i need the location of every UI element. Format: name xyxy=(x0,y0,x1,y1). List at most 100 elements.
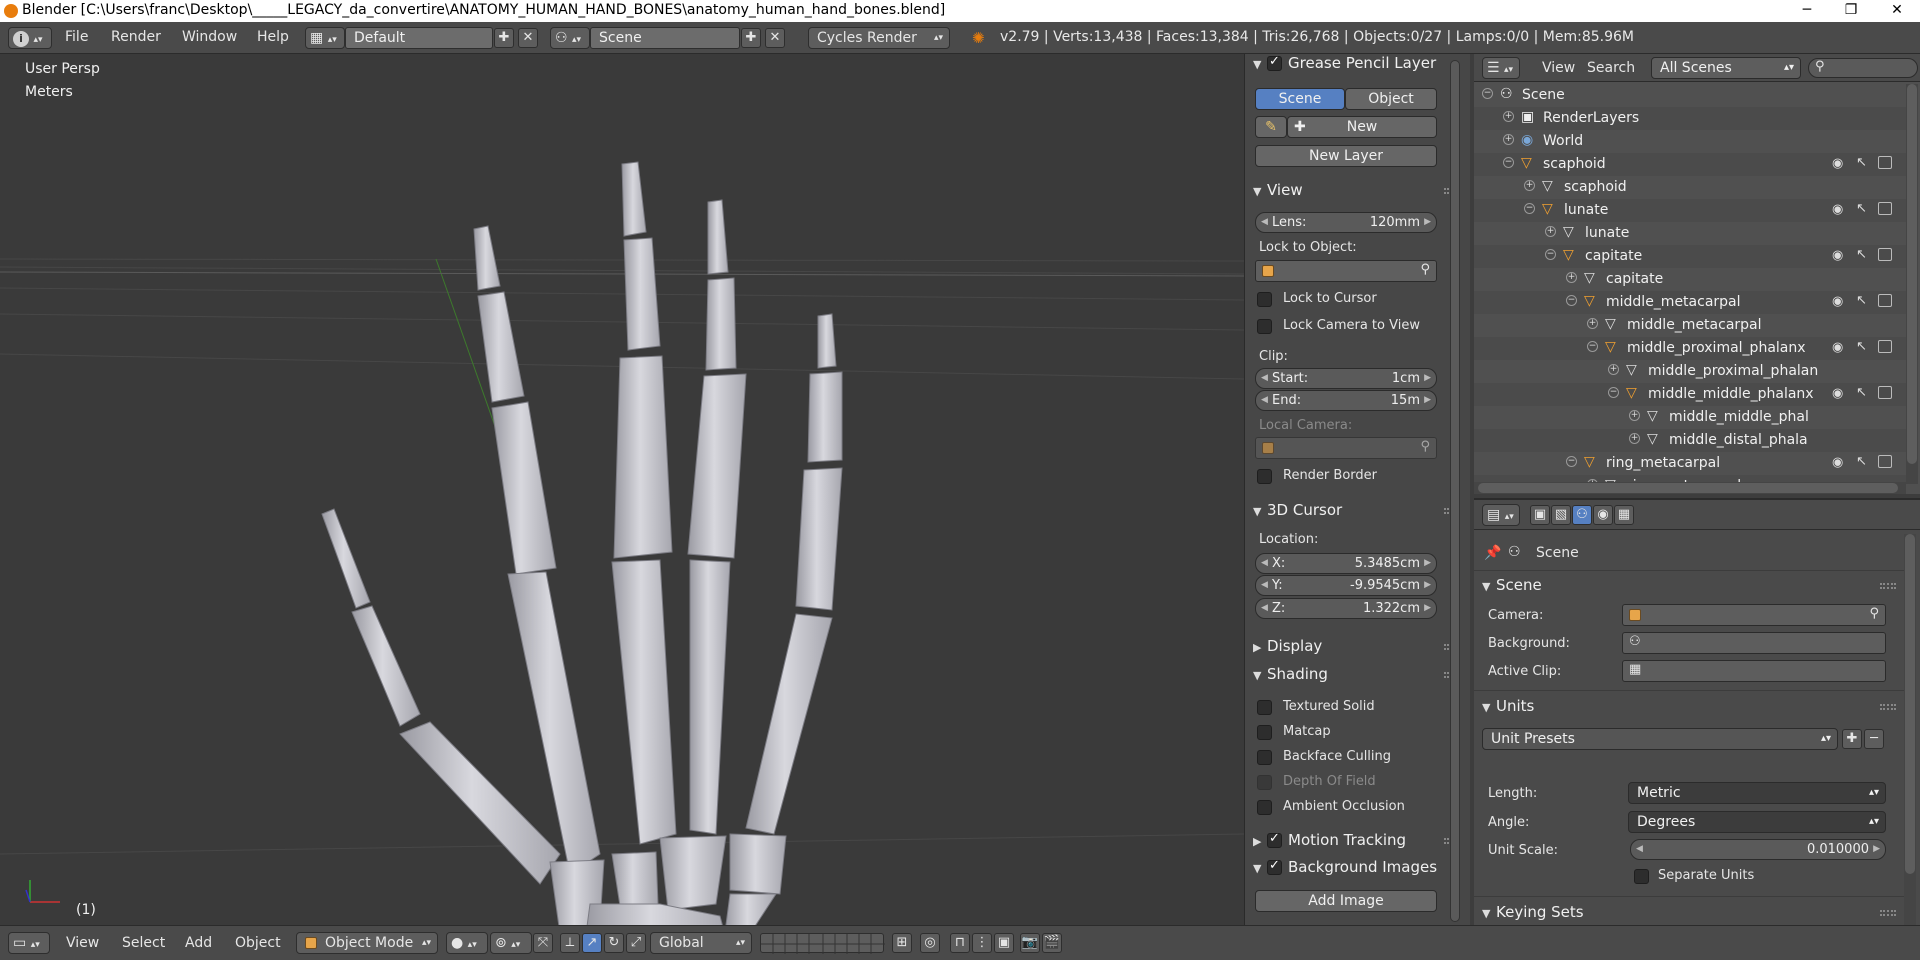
expand-toggle-icon[interactable]: + xyxy=(1587,318,1598,329)
3d-viewport[interactable]: User Persp Meters (1) xyxy=(0,54,1244,925)
layer-buttons[interactable] xyxy=(760,933,885,954)
texture-tab-icon[interactable]: ▦ xyxy=(1614,505,1634,525)
outliner-menu-view[interactable]: View xyxy=(1542,60,1575,76)
renderable-camera-icon[interactable] xyxy=(1878,156,1892,169)
screen-layout-button[interactable]: ▦ ▴▾ xyxy=(305,27,345,49)
add-layout-icon[interactable]: ✚ xyxy=(494,28,514,48)
outliner-search-input[interactable]: ⚲ xyxy=(1808,58,1918,78)
expand-toggle-icon[interactable]: − xyxy=(1587,341,1598,352)
panel-grip-icon[interactable] xyxy=(1880,583,1896,589)
renderable-camera-icon[interactable] xyxy=(1878,248,1892,261)
expand-toggle-icon[interactable]: − xyxy=(1524,203,1535,214)
visibility-eye-icon[interactable]: ◉ xyxy=(1832,340,1843,355)
outliner-hscrollbar-thumb[interactable] xyxy=(1478,483,1898,493)
expand-toggle-icon[interactable]: + xyxy=(1629,433,1640,444)
outliner-scrollbar[interactable] xyxy=(1906,84,1918,484)
visibility-eye-icon[interactable]: ◉ xyxy=(1832,455,1843,470)
outliner-row[interactable]: + ▣ RenderLayers xyxy=(1474,107,1906,130)
expand-toggle-icon[interactable]: − xyxy=(1608,387,1619,398)
add-preset-icon[interactable]: ✚ xyxy=(1842,729,1862,749)
background-images-header[interactable]: ▼ Background Images xyxy=(1253,858,1437,876)
clip-end-field[interactable]: ◀ End: 15m ▶ xyxy=(1255,390,1437,411)
expand-toggle-icon[interactable]: + xyxy=(1545,226,1556,237)
add-scene-icon[interactable]: ✚ xyxy=(741,28,761,48)
outliner-display-mode-dropdown[interactable]: All Scenes ▴▾ xyxy=(1651,57,1801,79)
units-panel-header[interactable]: ▼ Units xyxy=(1482,697,1534,715)
panel-grip-icon[interactable] xyxy=(1880,704,1896,710)
outliner-row[interactable]: + ▽ middle_distal_phala xyxy=(1474,429,1906,452)
mode-dropdown[interactable]: Object Mode ▴▾ xyxy=(296,932,438,954)
manipulator-toggle-icon[interactable]: ⤧ xyxy=(533,933,553,953)
lock-object-field[interactable]: ⚲ xyxy=(1255,260,1437,282)
close-button[interactable]: ✕ xyxy=(1874,0,1920,22)
opengl-animation-icon[interactable]: 🎬 xyxy=(1042,933,1062,953)
pencil-selector[interactable]: ✎ xyxy=(1255,116,1287,138)
expand-toggle-icon[interactable]: + xyxy=(1566,272,1577,283)
lock-to-cursor-checkbox[interactable] xyxy=(1257,292,1272,307)
scene-selector-button[interactable]: ⚇ ▴▾ xyxy=(550,27,590,49)
expand-toggle-icon[interactable]: + xyxy=(1608,364,1619,375)
ambient-occlusion-checkbox[interactable] xyxy=(1257,800,1272,815)
active-clip-field[interactable]: ▦ xyxy=(1622,660,1886,682)
view-panel-header[interactable]: ▼ View xyxy=(1253,181,1303,199)
visibility-eye-icon[interactable]: ◉ xyxy=(1832,386,1843,401)
menu-help[interactable]: Help xyxy=(257,29,289,45)
translate-manipulator-icon[interactable]: ↗ xyxy=(582,933,602,953)
cursor-z-field[interactable]: ◀ Z: 1.322cm ▶ xyxy=(1255,598,1437,619)
manipulator-icon[interactable]: ⟂ xyxy=(560,933,580,953)
viewport-shading-dropdown[interactable]: ● ▴▾ xyxy=(446,932,488,954)
opengl-render-icon[interactable]: 📷 xyxy=(1020,933,1040,953)
matcap-checkbox[interactable] xyxy=(1257,725,1272,740)
background-scene-field[interactable]: ⚇ xyxy=(1622,632,1886,654)
render-layers-tab-icon[interactable]: ▧ xyxy=(1551,505,1571,525)
outliner-row[interactable]: − ▽ lunate ◉ ↖ xyxy=(1474,199,1906,222)
world-tab-icon[interactable]: ◉ xyxy=(1593,505,1613,525)
outliner-row[interactable]: + ▽ middle_metacarpal xyxy=(1474,314,1906,337)
motion-tracking-header[interactable]: ▶ Motion Tracking xyxy=(1253,831,1406,849)
outliner-hscrollbar[interactable] xyxy=(1474,482,1906,494)
outliner-row[interactable]: − ▽ capitate ◉ ↖ xyxy=(1474,245,1906,268)
outliner-row[interactable]: − ▽ scaphoid ◉ ↖ xyxy=(1474,153,1906,176)
grease-pencil-header[interactable]: ▼ Grease Pencil Layer xyxy=(1253,54,1436,72)
eyedropper-icon[interactable]: ⚲ xyxy=(1420,262,1430,277)
outliner-row[interactable]: + ▽ middle_proximal_phalan xyxy=(1474,360,1906,383)
renderable-camera-icon[interactable] xyxy=(1878,455,1892,468)
add-image-button[interactable]: Add Image xyxy=(1255,890,1437,912)
menu-file[interactable]: File xyxy=(65,29,88,45)
scene-tab-icon[interactable]: ⚇ xyxy=(1572,505,1592,525)
lock-layer-icon[interactable]: ⊞ xyxy=(892,933,912,953)
lock-camera-checkbox[interactable] xyxy=(1257,319,1272,334)
expand-toggle-icon[interactable]: − xyxy=(1566,295,1577,306)
screen-layout-field[interactable]: Default xyxy=(345,27,493,49)
renderable-camera-icon[interactable] xyxy=(1878,294,1892,307)
selectable-cursor-icon[interactable]: ↖ xyxy=(1856,293,1867,308)
visibility-eye-icon[interactable]: ◉ xyxy=(1832,202,1843,217)
visibility-eye-icon[interactable]: ◉ xyxy=(1832,156,1843,171)
scale-manipulator-icon[interactable]: ⤢ xyxy=(626,933,646,953)
motion-tracking-checkbox[interactable] xyxy=(1267,831,1282,848)
outliner-row[interactable]: + ▽ scaphoid xyxy=(1474,176,1906,199)
visibility-eye-icon[interactable]: ◉ xyxy=(1832,294,1843,309)
expand-toggle-icon[interactable]: + xyxy=(1524,180,1535,191)
expand-toggle-icon[interactable]: − xyxy=(1545,249,1556,260)
length-dropdown[interactable]: Metric ▴▾ xyxy=(1628,782,1886,804)
menu-window[interactable]: Window xyxy=(182,29,237,45)
render-engine-dropdown[interactable]: Cycles Render ▴▾ xyxy=(808,27,950,49)
panel-scrollbar[interactable] xyxy=(1449,60,1461,922)
new-grease-pencil-button[interactable]: ✚ New xyxy=(1287,116,1437,138)
renderable-camera-icon[interactable] xyxy=(1878,386,1892,399)
outliner-row[interactable]: − ▽ ring_metacarpal ◉ ↖ xyxy=(1474,452,1906,475)
display-panel-header[interactable]: ▶ Display xyxy=(1253,637,1322,655)
background-images-checkbox[interactable] xyxy=(1267,858,1282,875)
visibility-eye-icon[interactable]: ◉ xyxy=(1832,248,1843,263)
editor-type-button[interactable]: i ▴▾ xyxy=(8,27,52,49)
transform-orientation-dropdown[interactable]: Global ▴▾ xyxy=(650,932,752,954)
unit-scale-field[interactable]: ◀ 0.010000 ▶ xyxy=(1630,839,1886,860)
selectable-cursor-icon[interactable]: ↖ xyxy=(1856,339,1867,354)
renderable-camera-icon[interactable] xyxy=(1878,340,1892,353)
lens-field[interactable]: ◀ Lens: 120mm ▶ xyxy=(1255,212,1437,233)
remove-scene-icon[interactable]: ✕ xyxy=(765,28,785,48)
selectable-cursor-icon[interactable]: ↖ xyxy=(1856,201,1867,216)
expand-toggle-icon[interactable]: − xyxy=(1482,88,1493,99)
new-layer-button[interactable]: New Layer xyxy=(1255,145,1437,167)
